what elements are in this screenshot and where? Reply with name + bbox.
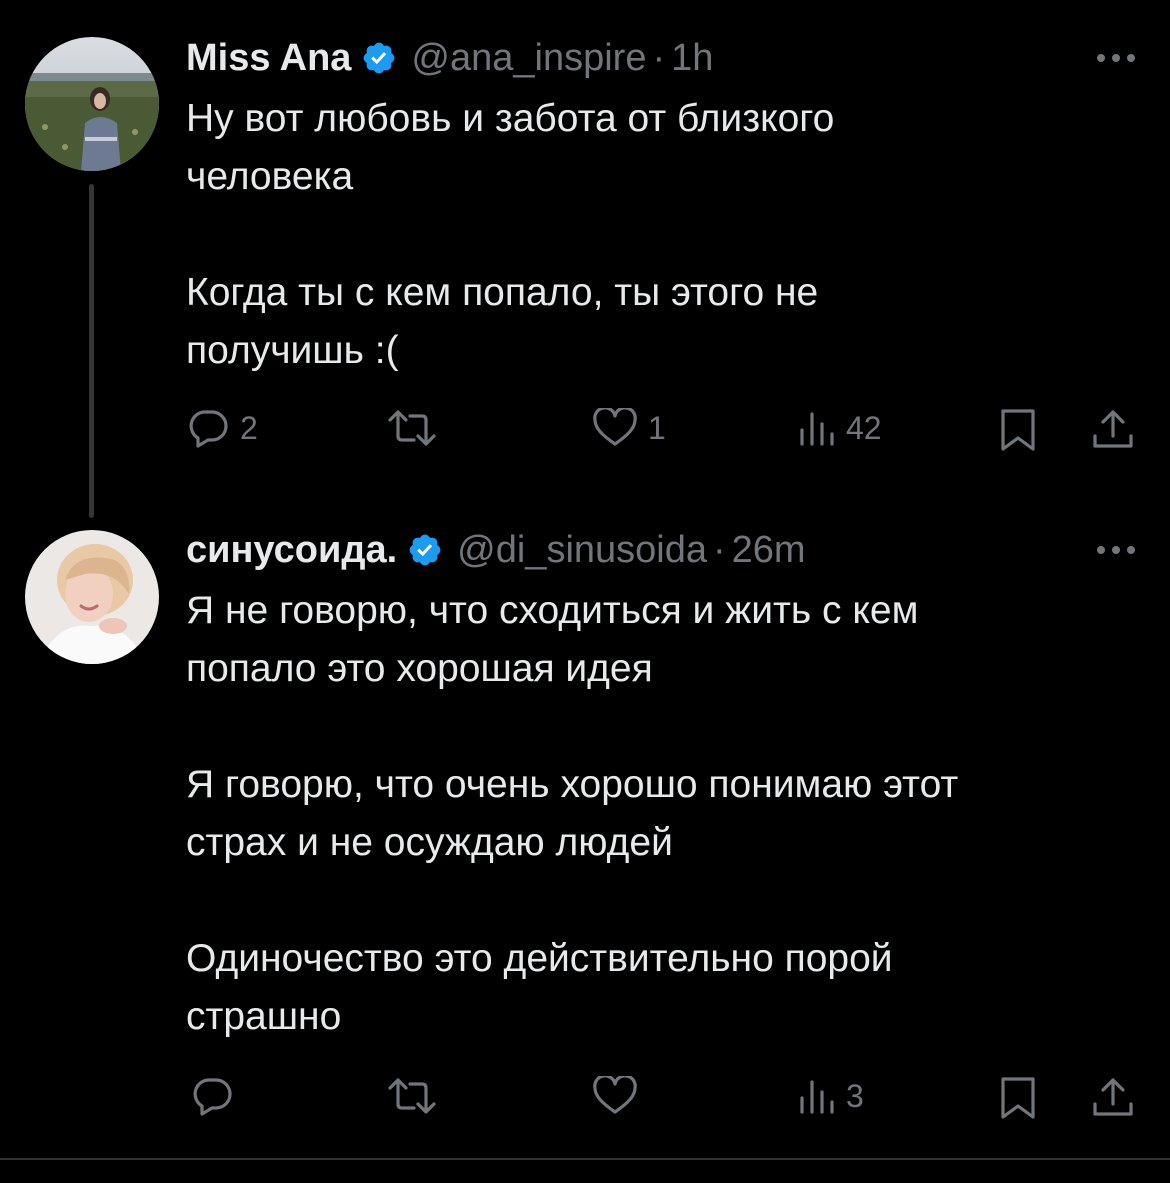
tweet-text: Ну вот любовь и забота от близкого челов… (186, 97, 835, 372)
like-button[interactable]: 1 (592, 408, 666, 448)
avatar[interactable] (25, 530, 159, 664)
avatar[interactable] (25, 37, 159, 171)
reply-icon (189, 410, 228, 448)
bookmark-button[interactable] (998, 408, 1038, 452)
reply-count: 2 (240, 409, 258, 446)
reply-icon (193, 1078, 232, 1116)
share-button[interactable] (1091, 408, 1135, 450)
bookmark-icon (1001, 409, 1035, 451)
like-icon (593, 1076, 637, 1114)
tweet-text: Я не говорю, что сходиться и жить с кем … (186, 589, 959, 1038)
retweet-button[interactable] (386, 408, 448, 448)
divider (0, 1158, 1170, 1160)
like-count: 1 (648, 409, 666, 446)
timestamp[interactable]: 1h (671, 37, 713, 80)
more-icon[interactable] (1093, 48, 1139, 68)
tweet-header: Miss Ana @ana_inspire · 1h (186, 33, 713, 83)
views-icon (800, 412, 834, 446)
views-count: 42 (846, 409, 882, 446)
separator-dot: · (713, 528, 726, 571)
share-button[interactable] (1091, 1076, 1135, 1118)
bookmark-button[interactable] (998, 1076, 1038, 1120)
views-icon (800, 1080, 834, 1114)
like-icon (593, 408, 637, 446)
reply-button[interactable] (190, 1076, 244, 1116)
more-icon[interactable] (1093, 540, 1139, 560)
author-handle[interactable]: @ana_inspire (411, 37, 646, 80)
views-count: 3 (846, 1077, 864, 1114)
share-icon (1093, 1078, 1133, 1116)
share-icon (1093, 410, 1133, 448)
author-handle[interactable]: @di_sinusoida (457, 529, 707, 572)
bookmark-icon (1001, 1077, 1035, 1119)
author-name[interactable]: синусоида. (186, 529, 397, 572)
thread-line (89, 184, 94, 518)
like-button[interactable] (592, 1076, 648, 1116)
tweet-header: синусоида. @di_sinusoida · 26m (186, 525, 806, 575)
retweet-button[interactable] (386, 1076, 448, 1116)
views-button[interactable]: 42 (796, 408, 882, 448)
views-button[interactable]: 3 (796, 1076, 864, 1116)
tweet-1[interactable]: Miss Ana @ana_inspire · 1h Ну вот любовь… (0, 0, 1170, 520)
separator-dot: · (652, 36, 666, 79)
tweet-2[interactable]: синусоида. @di_sinusoida · 26m Я не гово… (0, 520, 1170, 1160)
reply-button[interactable]: 2 (186, 408, 258, 448)
author-name[interactable]: Miss Ana (186, 37, 351, 80)
verified-badge-icon (361, 40, 397, 76)
timestamp[interactable]: 26m (732, 529, 806, 572)
retweet-icon (388, 1078, 436, 1114)
verified-badge-icon (407, 532, 443, 568)
retweet-icon (388, 410, 436, 446)
